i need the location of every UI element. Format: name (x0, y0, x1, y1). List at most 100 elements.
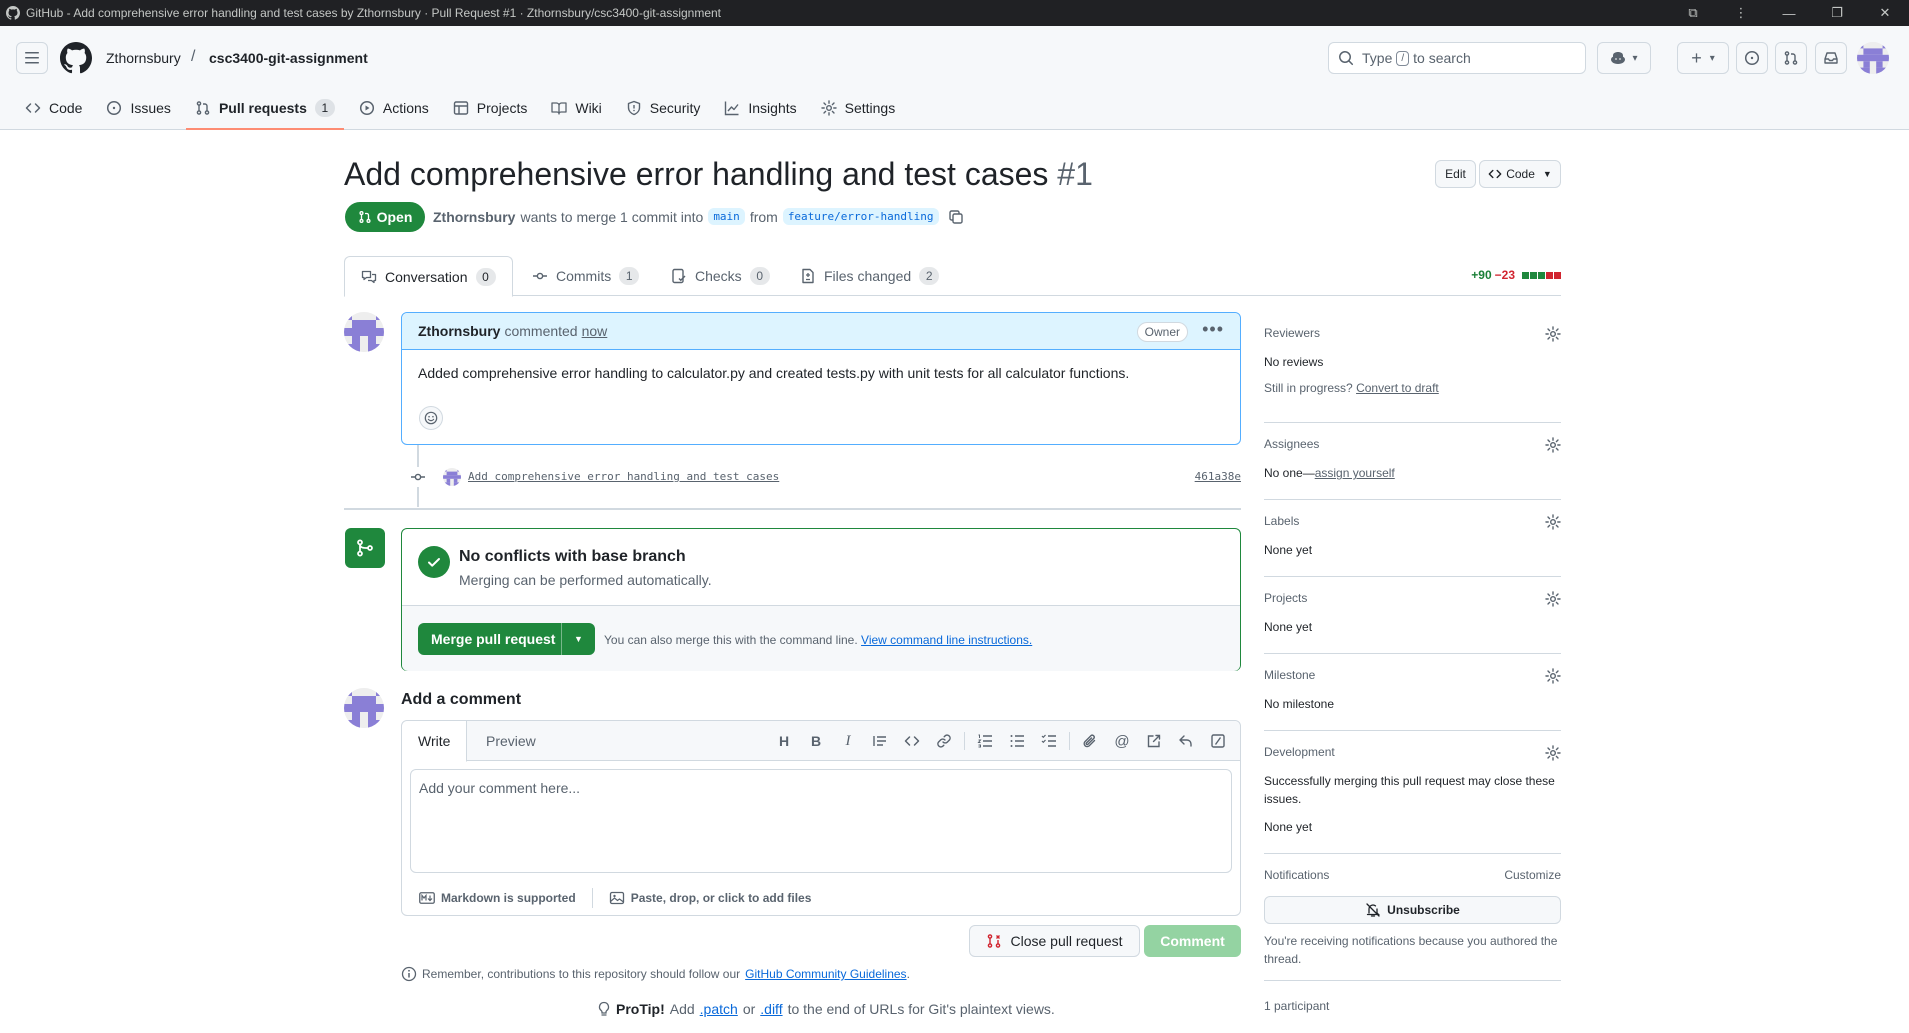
add-reaction-button[interactable] (419, 406, 443, 430)
comment-textarea[interactable] (410, 769, 1232, 873)
diff-link[interactable]: .diff (760, 1001, 782, 1017)
github-logo-icon[interactable] (60, 42, 92, 74)
heading-icon[interactable]: H (768, 729, 800, 753)
tab-commits[interactable]: Commits 1 (516, 256, 655, 296)
tab-checks[interactable]: Checks 0 (655, 256, 786, 296)
open-global-nav-button[interactable] (16, 42, 48, 74)
mention-icon[interactable]: @ (1106, 729, 1138, 753)
labels-heading[interactable]: Labels (1264, 514, 1561, 528)
timeline-divider (344, 508, 1241, 510)
assignees-heading[interactable]: Assignees (1264, 437, 1561, 451)
comment-author-link[interactable]: Zthornsbury (418, 323, 500, 339)
projects-heading[interactable]: Projects (1264, 591, 1561, 605)
current-user-avatar[interactable] (344, 688, 384, 728)
markdown-supported-link[interactable]: Markdown is supported (419, 891, 576, 905)
assign-yourself-link[interactable]: assign yourself (1315, 466, 1395, 480)
bold-icon[interactable]: B (800, 729, 832, 753)
tab-conversation[interactable]: Conversation 0 (344, 256, 513, 297)
gear-icon[interactable] (1545, 591, 1561, 607)
user-avatar[interactable] (1857, 42, 1889, 74)
unsubscribe-button[interactable]: Unsubscribe (1264, 896, 1561, 924)
tab-pull-requests[interactable]: Pull requests 1 (185, 90, 344, 130)
search-input[interactable]: Type / to search (1328, 42, 1586, 74)
breadcrumb-repo-link[interactable]: csc3400-git-assignment (209, 50, 368, 66)
protip-or: or (742, 1001, 756, 1017)
comment-author-avatar[interactable] (344, 312, 384, 352)
tab-issues[interactable]: Issues (97, 90, 179, 126)
toolbar-divider (1069, 732, 1070, 750)
extensions-icon[interactable]: ⧉ (1669, 5, 1717, 21)
slash-command-icon[interactable] (1202, 729, 1234, 753)
code-icon[interactable] (896, 729, 928, 753)
restore-button[interactable]: ❐ (1813, 5, 1861, 21)
reply-icon[interactable] (1170, 729, 1202, 753)
your-issues-button[interactable] (1736, 42, 1768, 74)
copy-icon[interactable] (948, 209, 964, 225)
close-pull-request-button[interactable]: Close pull request (969, 925, 1140, 957)
customize-notifications-link[interactable]: Customize (1504, 868, 1561, 882)
checklist-icon (672, 268, 686, 284)
head-branch[interactable]: feature/error-handling (782, 208, 939, 225)
tab-preview[interactable]: Preview (470, 721, 552, 761)
create-new-button[interactable]: + ▾ (1677, 42, 1729, 74)
tab-actions[interactable]: Actions (350, 90, 438, 126)
your-pull-requests-button[interactable] (1775, 42, 1807, 74)
merge-method-dropdown[interactable]: ▼ (561, 623, 595, 655)
sidebar-divider (1264, 653, 1561, 654)
commit-sha-link[interactable]: 461a38e (1195, 470, 1241, 483)
comment-submit-button[interactable]: Comment (1144, 925, 1241, 957)
tab-write[interactable]: Write (402, 721, 468, 762)
markdown-toolbar: H B I @ (768, 729, 1234, 753)
paperclip-icon[interactable] (1074, 729, 1106, 753)
patch-link[interactable]: .patch (700, 1001, 738, 1017)
tab-insights[interactable]: Insights (715, 90, 805, 126)
diffstat-deletions: −23 (1494, 268, 1515, 282)
close-window-button[interactable]: ✕ (1861, 5, 1909, 21)
tab-projects[interactable]: Projects (444, 90, 537, 126)
commit-message-link[interactable]: Add comprehensive error handling and tes… (468, 470, 779, 483)
gear-icon[interactable] (1545, 437, 1561, 453)
reviewers-heading[interactable]: Reviewers (1264, 326, 1561, 340)
notifications-button[interactable] (1815, 42, 1847, 74)
tab-code[interactable]: Code (16, 90, 91, 126)
copilot-button[interactable]: ▾ (1597, 42, 1651, 74)
breadcrumb-owner-link[interactable]: Zthornsbury (106, 50, 181, 66)
community-guidelines-link[interactable]: GitHub Community Guidelines (745, 967, 906, 981)
gear-icon[interactable] (1545, 514, 1561, 530)
milestone-heading[interactable]: Milestone (1264, 668, 1561, 682)
unordered-list-icon[interactable] (1001, 729, 1033, 753)
attach-files-button[interactable]: Paste, drop, or click to add files (609, 890, 811, 906)
code-dropdown-button[interactable]: Code ▼ (1479, 160, 1561, 188)
pr-author-link[interactable]: Zthornsbury (433, 209, 515, 225)
sidebar-assignees: Assignees No one—assign yourself (1264, 437, 1561, 482)
gear-icon[interactable] (1545, 745, 1561, 761)
comment-timestamp[interactable]: now (582, 323, 608, 339)
browser-menu-icon[interactable]: ⋮ (1717, 5, 1765, 21)
checks-count: 0 (749, 267, 770, 285)
tab-settings[interactable]: Settings (812, 90, 905, 126)
gear-icon[interactable] (1545, 326, 1561, 342)
task-list-icon[interactable] (1033, 729, 1065, 753)
base-branch[interactable]: main (708, 208, 745, 225)
edit-title-button[interactable]: Edit (1435, 160, 1476, 188)
ordered-list-icon[interactable] (969, 729, 1001, 753)
sidebar-divider (1264, 980, 1561, 981)
book-icon (551, 102, 568, 115)
cross-reference-icon[interactable] (1138, 729, 1170, 753)
convert-to-draft-link[interactable]: Convert to draft (1356, 381, 1439, 395)
development-heading[interactable]: Development (1264, 745, 1561, 759)
merge-pull-request-button[interactable]: Merge pull request ▼ (418, 623, 595, 655)
tab-files-changed[interactable]: Files changed 2 (784, 256, 955, 296)
merge-actions: Merge pull request ▼ You can also merge … (402, 605, 1240, 671)
command-line-instructions-link[interactable]: View command line instructions. (861, 633, 1032, 647)
tab-security[interactable]: Security (617, 90, 710, 126)
commit-author-avatar[interactable] (443, 468, 461, 486)
italic-icon[interactable]: I (832, 729, 864, 753)
kebab-horizontal-icon[interactable]: ••• (1202, 320, 1224, 338)
link-icon[interactable] (928, 729, 960, 753)
quote-icon[interactable] (864, 729, 896, 753)
tab-actions-label: Actions (382, 100, 429, 116)
gear-icon[interactable] (1545, 668, 1561, 684)
tab-wiki[interactable]: Wiki (542, 90, 610, 126)
minimize-button[interactable]: — (1765, 6, 1813, 21)
